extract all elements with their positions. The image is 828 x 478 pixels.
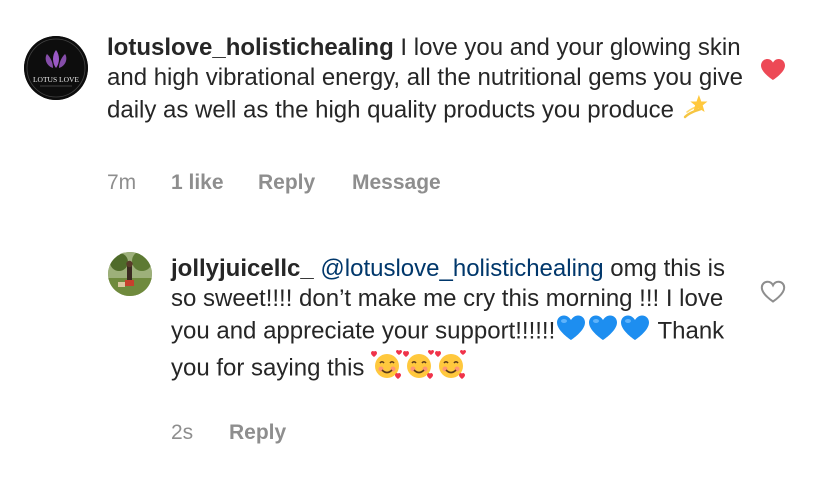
comment-body: jollyjuicellc_ @lotuslove_holistichealin… bbox=[171, 254, 751, 388]
comment-username[interactable]: lotuslove_holistichealing bbox=[107, 34, 394, 61]
blue-heart-emoji bbox=[619, 314, 651, 350]
comment-username[interactable]: jollyjuicellc_ bbox=[171, 255, 314, 282]
smiling-face-with-hearts-emoji bbox=[371, 350, 403, 388]
smiling-face-with-hearts-emoji bbox=[435, 350, 467, 388]
reply-button[interactable]: Reply bbox=[258, 171, 352, 195]
avatar[interactable] bbox=[108, 252, 152, 296]
likes-count-link[interactable]: 1 like bbox=[171, 171, 258, 195]
mention-link[interactable]: @lotuslove_holistichealing bbox=[320, 255, 603, 282]
reply-button[interactable]: Reply bbox=[229, 421, 286, 445]
avatar-logo-text: LOTUS LOVE bbox=[33, 75, 79, 84]
like-heart-outline-icon[interactable] bbox=[760, 280, 786, 304]
blue-heart-emoji bbox=[587, 314, 619, 350]
comment-time: 2s bbox=[171, 421, 194, 444]
like-heart-icon[interactable] bbox=[760, 58, 786, 82]
avatar[interactable]: LOTUS LOVE bbox=[24, 36, 88, 100]
message-button[interactable]: Message bbox=[352, 171, 441, 195]
comment-meta: 2s Reply bbox=[171, 421, 286, 445]
smiling-face-with-hearts-emoji bbox=[403, 350, 435, 388]
comment-time: 7m bbox=[107, 171, 137, 194]
dizzy-star-emoji bbox=[681, 93, 711, 129]
comment-meta: 7m 1 like Reply Message bbox=[107, 171, 441, 195]
comment-body: lotuslove_holistichealing I love you and… bbox=[107, 33, 747, 129]
blue-heart-emoji bbox=[555, 314, 587, 350]
